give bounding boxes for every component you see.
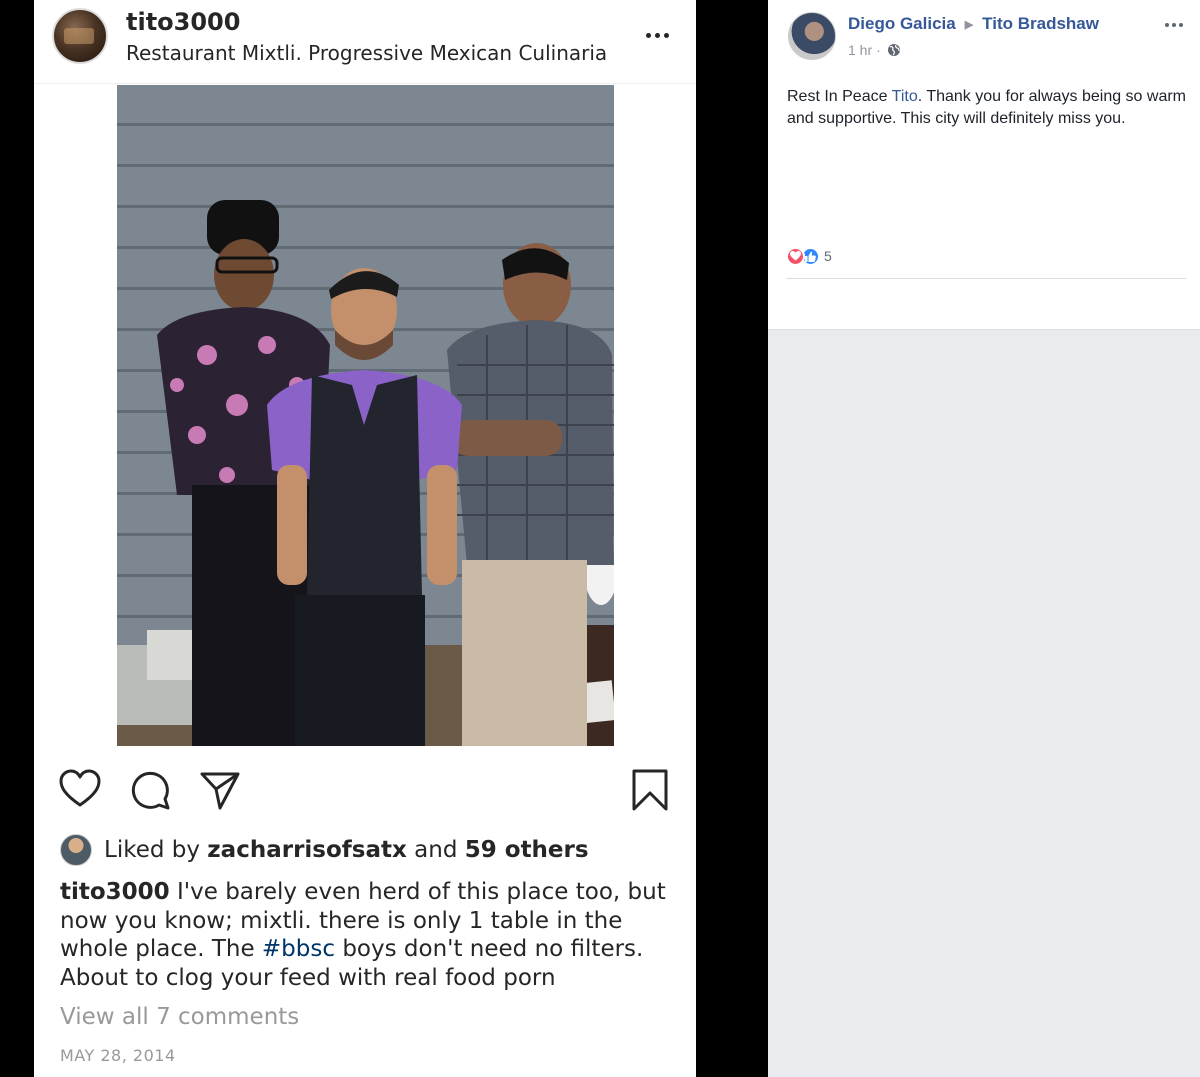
more-options-icon[interactable] xyxy=(1160,16,1188,34)
post-location[interactable]: Restaurant Mixtli. Progressive Mexican C… xyxy=(126,41,607,65)
liker-avatar[interactable] xyxy=(60,834,92,866)
love-reaction-icon xyxy=(786,246,805,266)
post-username[interactable]: tito3000 xyxy=(126,8,240,36)
post-meta: 1 hr · xyxy=(848,42,901,58)
heart-icon[interactable] xyxy=(58,768,102,812)
likes-prefix: Liked by xyxy=(104,837,200,863)
arrow-right-icon: ▶ xyxy=(964,18,974,31)
divider xyxy=(786,278,1186,279)
comment-icon[interactable] xyxy=(128,768,172,812)
target-name[interactable]: Tito Bradshaw xyxy=(982,14,1099,34)
profile-avatar[interactable] xyxy=(52,8,108,64)
post-photo[interactable] xyxy=(117,85,614,746)
instagram-post: tito3000 Restaurant Mixtli. Progressive … xyxy=(34,0,696,1077)
facebook-post: Diego Galicia ▶ Tito Bradshaw 1 hr · Res… xyxy=(768,0,1200,330)
caption-hashtag[interactable]: #bbsc xyxy=(262,936,335,962)
reactions-count: 5 xyxy=(824,248,832,264)
author-avatar[interactable] xyxy=(788,12,836,60)
post-date: MAY 28, 2014 xyxy=(60,1046,176,1065)
post-text-start: Rest In Peace xyxy=(787,88,888,105)
post-text: Rest In Peace Tito. Thank you for always… xyxy=(787,86,1187,130)
bookmark-icon[interactable] xyxy=(628,768,672,812)
globe-icon[interactable] xyxy=(887,43,901,57)
reactions-summary[interactable]: 5 xyxy=(786,246,832,266)
likes-and: and xyxy=(414,837,458,863)
post-mention[interactable]: Tito xyxy=(892,88,918,105)
caption-username[interactable]: tito3000 xyxy=(60,879,170,905)
facebook-post-panel: Diego Galicia ▶ Tito Bradshaw 1 hr · Res… xyxy=(768,0,1200,1077)
post-names: Diego Galicia ▶ Tito Bradshaw xyxy=(848,14,1099,34)
more-icon[interactable] xyxy=(640,20,674,50)
post-header: tito3000 Restaurant Mixtli. Progressive … xyxy=(34,0,696,84)
share-icon[interactable] xyxy=(198,768,242,812)
post-caption: tito3000 I've barely even herd of this p… xyxy=(60,878,680,992)
likes-others-link[interactable]: 59 others xyxy=(465,837,589,863)
post-actions xyxy=(34,760,696,818)
post-time[interactable]: 1 hr xyxy=(848,42,872,58)
view-comments-link[interactable]: View all 7 comments xyxy=(60,1004,299,1030)
meta-separator: · xyxy=(876,42,881,58)
liker-username[interactable]: zacharrisofsatx xyxy=(207,837,407,863)
author-name[interactable]: Diego Galicia xyxy=(848,14,956,34)
likes-summary: Liked by zacharrisofsatx and 59 others xyxy=(60,834,589,866)
